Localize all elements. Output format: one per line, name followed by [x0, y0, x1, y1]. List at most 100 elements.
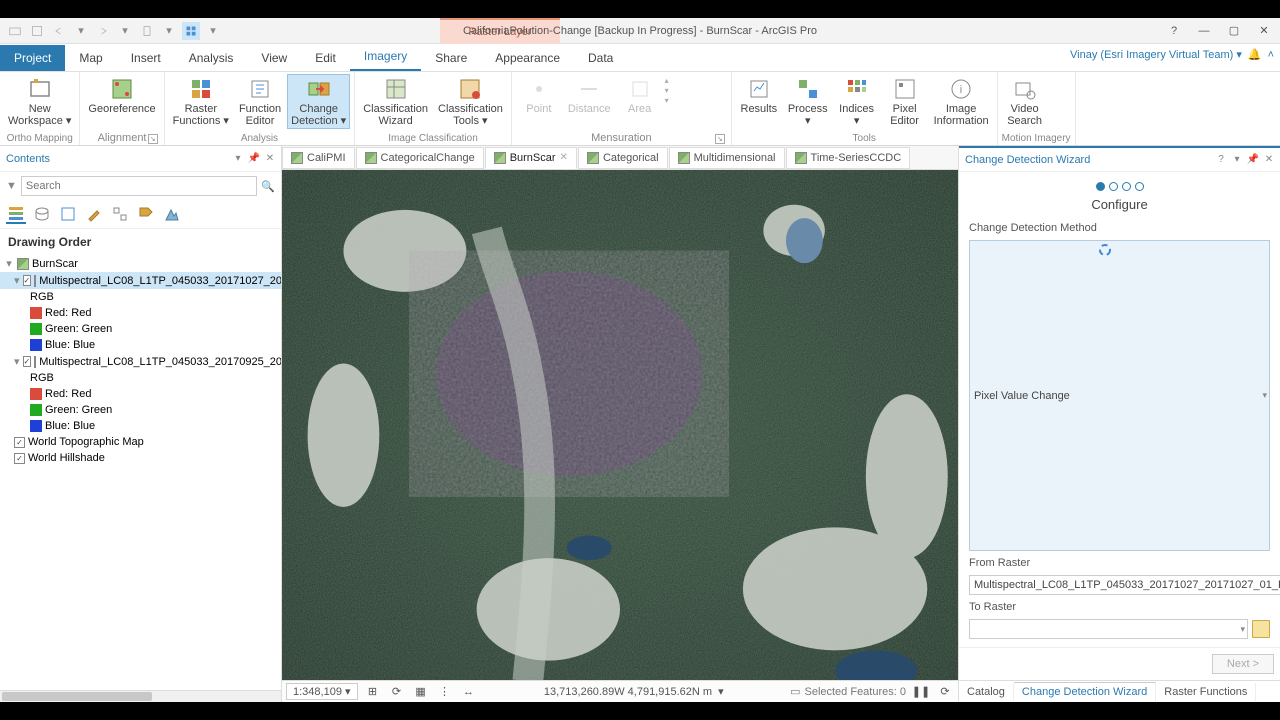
sb-constraints-icon[interactable]: ⊞ [364, 683, 382, 701]
basemap-name[interactable]: World Topographic Map [28, 436, 144, 448]
collapse-ribbon-icon[interactable]: ˄ [1268, 49, 1274, 61]
image-information-button[interactable]: iImage Information [930, 74, 993, 129]
ribbon-tab-view[interactable]: View [247, 45, 301, 71]
qat-customize-icon[interactable]: ▾ [204, 22, 222, 40]
list-by-drawing-order-icon[interactable] [6, 204, 26, 224]
sb-dynamic-icon[interactable]: ↔ [460, 683, 478, 701]
contents-pin-icon[interactable]: 📌 [247, 152, 261, 166]
contents-close-icon[interactable]: ✕ [263, 152, 277, 166]
ribbon-tab-edit[interactable]: Edit [301, 45, 350, 71]
wizard-menu-icon[interactable]: ▾ [1230, 153, 1244, 167]
selection-chip-icon[interactable]: ▭ [790, 685, 800, 698]
raster-functions-button[interactable]: Raster Functions ▾ [169, 74, 233, 129]
list-by-editing-icon[interactable] [84, 204, 104, 224]
classification-tools-button[interactable]: Classification Tools ▾ [434, 74, 507, 129]
refresh-icon[interactable]: ⟳ [936, 683, 954, 701]
sb-snapping-icon[interactable]: ▦ [412, 683, 430, 701]
layer-checkbox[interactable]: ✓ [23, 356, 32, 367]
view-tab[interactable]: CaliPMI [282, 147, 355, 169]
wizard-help-icon[interactable]: ? [1214, 153, 1228, 167]
wizard-pin-icon[interactable]: 📌 [1246, 153, 1260, 167]
close-tab-icon[interactable]: ✕ [560, 152, 568, 163]
basemap-name[interactable]: World Hillshade [28, 452, 105, 464]
function-editor-button[interactable]: Function Editor [235, 74, 285, 129]
redo-dropdown-icon[interactable]: ▾ [116, 22, 134, 40]
help-icon[interactable]: ? [1162, 21, 1186, 41]
list-by-snapping-icon[interactable] [110, 204, 130, 224]
sb-grid-icon[interactable]: ⋮ [436, 683, 454, 701]
list-by-selection-icon[interactable] [58, 204, 78, 224]
redo-icon[interactable] [94, 22, 112, 40]
pixel-editor-button[interactable]: Pixel Editor [882, 74, 928, 129]
classification-wizard-button[interactable]: Classification Wizard [359, 74, 432, 129]
video-search-button[interactable]: Video Search [1002, 74, 1048, 129]
save-icon[interactable] [28, 22, 46, 40]
maximize-icon[interactable]: ▢ [1222, 21, 1246, 41]
from-raster-combo[interactable]: Multispectral_LC08_L1TP_045033_20171027_… [969, 575, 1280, 595]
undo-icon[interactable] [50, 22, 68, 40]
contents-horizontal-scrollbar[interactable] [0, 690, 281, 702]
ribbon-tab-appearance[interactable]: Appearance [481, 45, 574, 71]
list-by-labeling-icon[interactable] [136, 204, 156, 224]
browse-to-raster-icon[interactable] [1252, 620, 1270, 638]
pause-drawing-icon[interactable]: ❚❚ [912, 683, 930, 701]
close-window-icon[interactable]: ✕ [1252, 21, 1276, 41]
map-canvas[interactable] [282, 170, 958, 680]
to-raster-combo[interactable]: ▾ [969, 619, 1248, 639]
list-by-source-icon[interactable] [32, 204, 52, 224]
scale-input[interactable]: 1:348,109 ▾ [286, 683, 358, 700]
georeference-button[interactable]: Georeference [84, 74, 159, 117]
wizard-close-icon[interactable]: ✕ [1262, 153, 1276, 167]
view-tab[interactable]: Multidimensional [669, 147, 785, 169]
list-by-perception-icon[interactable] [162, 204, 182, 224]
ribbon-tab-insert[interactable]: Insert [117, 45, 175, 71]
undo-dropdown-icon[interactable]: ▾ [72, 22, 90, 40]
contents-search-input[interactable] [21, 176, 257, 196]
dock-tab-wizard[interactable]: Change Detection Wizard [1014, 682, 1156, 701]
ribbon-tab-map[interactable]: Map [65, 45, 116, 71]
layer-name[interactable]: Multispectral_LC08_L1TP_045033_20171027_… [39, 275, 281, 287]
view-tab-active[interactable]: BurnScar✕ [485, 147, 577, 169]
indices-button[interactable]: Indices ▾ [834, 74, 880, 129]
mensuration-launcher-icon[interactable]: ↘ [715, 134, 725, 144]
coordinate-readout[interactable]: 13,713,260.89W 4,791,915.62N m ▾ [484, 685, 785, 698]
ribbon-tab-analysis[interactable]: Analysis [175, 45, 248, 71]
expander-icon[interactable]: ▾ [14, 274, 20, 287]
layer-checkbox[interactable]: ✓ [14, 453, 25, 464]
expander-icon[interactable]: ▾ [14, 355, 20, 368]
results-button[interactable]: Results [736, 74, 782, 117]
sb-rotation-icon[interactable]: ⟳ [388, 683, 406, 701]
view-tab[interactable]: CategoricalChange [356, 147, 484, 169]
dock-tab-catalog[interactable]: Catalog [959, 683, 1014, 701]
layer-name[interactable]: Multispectral_LC08_L1TP_045033_20170925_… [39, 356, 281, 368]
paste-dropdown-icon[interactable]: ▾ [160, 22, 178, 40]
method-combo[interactable]: Pixel Value Change▾ [969, 240, 1270, 551]
ribbon-tab-share[interactable]: Share [421, 45, 481, 71]
explore-tool-icon[interactable] [182, 22, 200, 40]
notifications-icon[interactable]: 🔔 [1248, 48, 1262, 61]
minimize-icon[interactable]: — [1192, 21, 1216, 41]
open-project-icon[interactable] [6, 22, 24, 40]
map-icon [678, 152, 690, 164]
search-icon[interactable]: 🔍 [261, 180, 275, 193]
paste-icon[interactable] [138, 22, 156, 40]
ribbon-tab-data[interactable]: Data [574, 45, 627, 71]
view-tab[interactable]: Time-SeriesCCDC [786, 147, 911, 169]
new-workspace-button[interactable]: New Workspace ▾ [4, 74, 75, 129]
view-tab[interactable]: Categorical [578, 147, 668, 169]
layer-checkbox[interactable]: ✓ [14, 437, 25, 448]
expander-icon[interactable]: ▾ [4, 257, 14, 270]
dock-tab-raster-functions[interactable]: Raster Functions [1156, 683, 1256, 701]
next-button[interactable]: Next > [1212, 654, 1274, 674]
filter-icon[interactable]: ▼ [6, 180, 17, 192]
layer-tree[interactable]: ▾BurnScar ▾✓Multispectral_LC08_L1TP_0450… [0, 255, 281, 690]
process-button[interactable]: Process ▾ [784, 74, 832, 129]
ribbon-tab-project[interactable]: Project [0, 45, 65, 71]
layer-checkbox[interactable]: ✓ [23, 275, 32, 286]
contents-menu-icon[interactable]: ▾ [231, 152, 245, 166]
change-detection-button[interactable]: Change Detection ▾ [287, 74, 350, 129]
signed-in-user[interactable]: Vinay (Esri Imagery Virtual Team) ▾ [1070, 48, 1242, 61]
alignment-launcher-icon[interactable]: ↘ [148, 134, 158, 144]
ribbon-tab-imagery[interactable]: Imagery [350, 43, 421, 71]
map-node[interactable]: BurnScar [32, 258, 78, 270]
